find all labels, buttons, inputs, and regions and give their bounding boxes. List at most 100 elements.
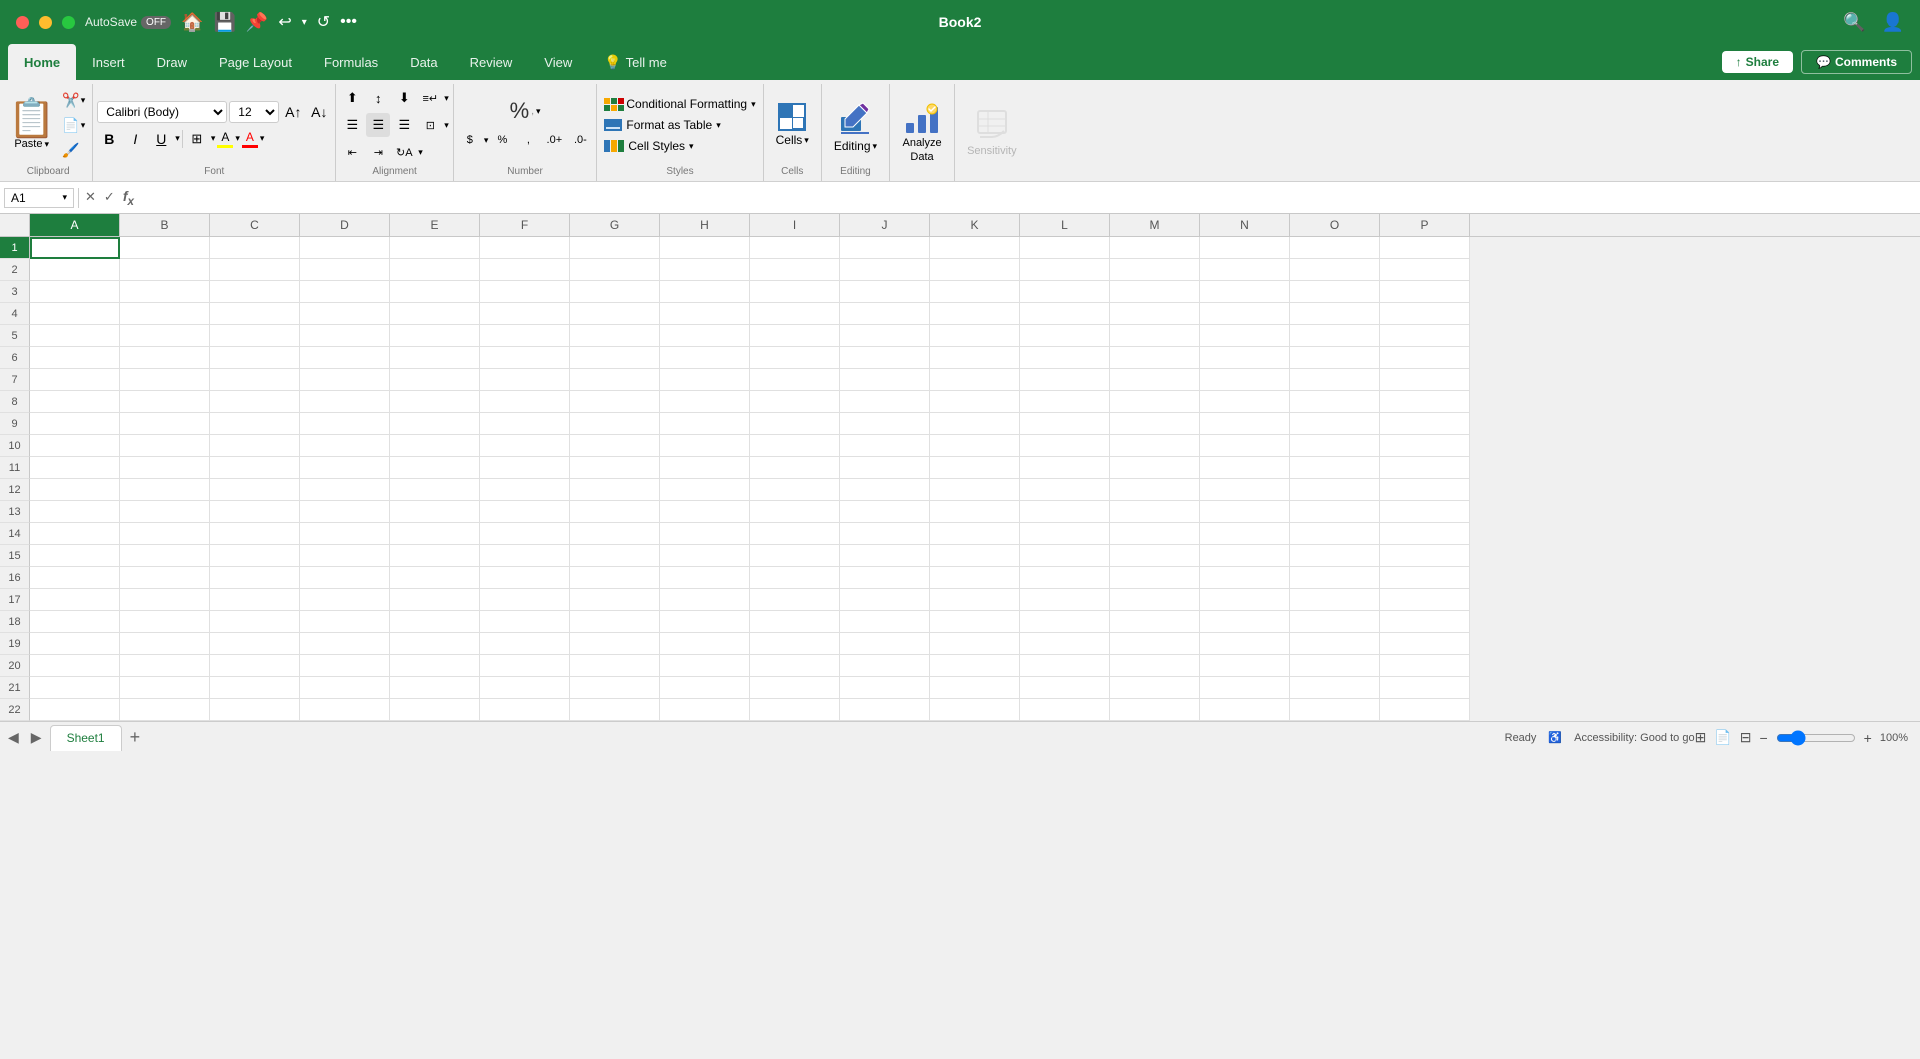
cell-E8[interactable] bbox=[390, 391, 480, 413]
undo-caret-icon[interactable]: ▾ bbox=[302, 17, 307, 28]
cell-K5[interactable] bbox=[930, 325, 1020, 347]
formula-input[interactable] bbox=[140, 188, 1916, 207]
cell-L13[interactable] bbox=[1020, 501, 1110, 523]
cell-F6[interactable] bbox=[480, 347, 570, 369]
cell-J12[interactable] bbox=[840, 479, 930, 501]
comma-button[interactable]: , bbox=[516, 128, 540, 152]
cell-A10[interactable] bbox=[30, 435, 120, 457]
cell-B7[interactable] bbox=[120, 369, 210, 391]
cell-G20[interactable] bbox=[570, 655, 660, 677]
cell-O15[interactable] bbox=[1290, 545, 1380, 567]
cell-A13[interactable] bbox=[30, 501, 120, 523]
next-sheet-button[interactable]: ▶ bbox=[27, 727, 46, 748]
search-icon[interactable]: 🔍 bbox=[1843, 12, 1865, 33]
add-sheet-button[interactable]: + bbox=[126, 727, 145, 748]
cell-L15[interactable] bbox=[1020, 545, 1110, 567]
fill-color-button[interactable]: A bbox=[217, 130, 233, 148]
cell-A20[interactable] bbox=[30, 655, 120, 677]
cell-F10[interactable] bbox=[480, 435, 570, 457]
tab-page-layout[interactable]: Page Layout bbox=[203, 44, 308, 80]
cell-F12[interactable] bbox=[480, 479, 570, 501]
row-header-19[interactable]: 19 bbox=[0, 633, 30, 655]
cell-B11[interactable] bbox=[120, 457, 210, 479]
cell-G14[interactable] bbox=[570, 523, 660, 545]
cell-K6[interactable] bbox=[930, 347, 1020, 369]
cell-K18[interactable] bbox=[930, 611, 1020, 633]
cell-O20[interactable] bbox=[1290, 655, 1380, 677]
cell-F22[interactable] bbox=[480, 699, 570, 721]
direction-caret[interactable]: ▾ bbox=[418, 147, 423, 158]
cell-H10[interactable] bbox=[660, 435, 750, 457]
tab-view[interactable]: View bbox=[528, 44, 588, 80]
number-caret[interactable]: ▾ bbox=[536, 106, 541, 117]
cell-K14[interactable] bbox=[930, 523, 1020, 545]
cell-D22[interactable] bbox=[300, 699, 390, 721]
home-icon[interactable]: 🏠 bbox=[181, 12, 203, 33]
cell-G18[interactable] bbox=[570, 611, 660, 633]
zoom-level[interactable]: 100% bbox=[1880, 732, 1908, 744]
cell-P6[interactable] bbox=[1380, 347, 1470, 369]
increase-decimal-button[interactable]: .0+ bbox=[542, 128, 566, 152]
cell-E12[interactable] bbox=[390, 479, 480, 501]
cell-D6[interactable] bbox=[300, 347, 390, 369]
col-header-E[interactable]: E bbox=[390, 214, 480, 236]
cell-L22[interactable] bbox=[1020, 699, 1110, 721]
row-header-9[interactable]: 9 bbox=[0, 413, 30, 435]
cell-L8[interactable] bbox=[1020, 391, 1110, 413]
underline-caret[interactable]: ▾ bbox=[175, 133, 180, 144]
cell-C15[interactable] bbox=[210, 545, 300, 567]
cell-C9[interactable] bbox=[210, 413, 300, 435]
cell-B1[interactable] bbox=[120, 237, 210, 259]
cell-K2[interactable] bbox=[930, 259, 1020, 281]
cell-L11[interactable] bbox=[1020, 457, 1110, 479]
cell-C21[interactable] bbox=[210, 677, 300, 699]
cell-L16[interactable] bbox=[1020, 567, 1110, 589]
cell-A3[interactable] bbox=[30, 281, 120, 303]
cell-I2[interactable] bbox=[750, 259, 840, 281]
cell-F9[interactable] bbox=[480, 413, 570, 435]
cell-J19[interactable] bbox=[840, 633, 930, 655]
cell-D5[interactable] bbox=[300, 325, 390, 347]
cell-B6[interactable] bbox=[120, 347, 210, 369]
borders-caret[interactable]: ▾ bbox=[211, 133, 216, 144]
cell-H22[interactable] bbox=[660, 699, 750, 721]
cell-E5[interactable] bbox=[390, 325, 480, 347]
cell-J18[interactable] bbox=[840, 611, 930, 633]
cell-L7[interactable] bbox=[1020, 369, 1110, 391]
col-header-B[interactable]: B bbox=[120, 214, 210, 236]
cell-L21[interactable] bbox=[1020, 677, 1110, 699]
cell-P1[interactable] bbox=[1380, 237, 1470, 259]
cell-K15[interactable] bbox=[930, 545, 1020, 567]
cell-N6[interactable] bbox=[1200, 347, 1290, 369]
col-header-L[interactable]: L bbox=[1020, 214, 1110, 236]
cell-K19[interactable] bbox=[930, 633, 1020, 655]
cell-K9[interactable] bbox=[930, 413, 1020, 435]
cell-C8[interactable] bbox=[210, 391, 300, 413]
cell-D19[interactable] bbox=[300, 633, 390, 655]
cell-H4[interactable] bbox=[660, 303, 750, 325]
cell-M4[interactable] bbox=[1110, 303, 1200, 325]
cell-B17[interactable] bbox=[120, 589, 210, 611]
paste-button[interactable]: 📋 Paste ▾ bbox=[8, 100, 55, 150]
cell-N12[interactable] bbox=[1200, 479, 1290, 501]
cell-P15[interactable] bbox=[1380, 545, 1470, 567]
cell-N1[interactable] bbox=[1200, 237, 1290, 259]
cell-H3[interactable] bbox=[660, 281, 750, 303]
cell-O19[interactable] bbox=[1290, 633, 1380, 655]
cell-J22[interactable] bbox=[840, 699, 930, 721]
cell-O10[interactable] bbox=[1290, 435, 1380, 457]
cell-A22[interactable] bbox=[30, 699, 120, 721]
normal-view-icon[interactable]: ⊞ bbox=[1695, 729, 1707, 746]
format-painter-button[interactable]: 🖌️ bbox=[59, 140, 88, 161]
align-right-button[interactable]: ☰ bbox=[392, 113, 416, 137]
cell-J4[interactable] bbox=[840, 303, 930, 325]
row-header-22[interactable]: 22 bbox=[0, 699, 30, 721]
row-header-11[interactable]: 11 bbox=[0, 457, 30, 479]
cell-O2[interactable] bbox=[1290, 259, 1380, 281]
cancel-formula-icon[interactable]: ✕ bbox=[83, 187, 98, 207]
row-header-17[interactable]: 17 bbox=[0, 589, 30, 611]
cell-D8[interactable] bbox=[300, 391, 390, 413]
cell-C5[interactable] bbox=[210, 325, 300, 347]
font-color-caret[interactable]: ▾ bbox=[260, 133, 265, 144]
cell-O16[interactable] bbox=[1290, 567, 1380, 589]
